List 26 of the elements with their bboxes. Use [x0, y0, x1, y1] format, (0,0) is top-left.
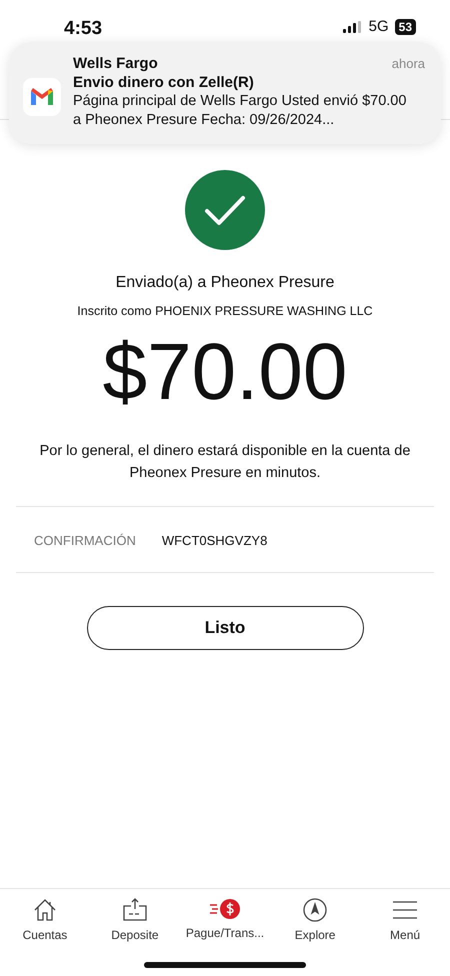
- nav-tab[interactable]: Explore: [270, 889, 360, 976]
- signal-icon: [342, 20, 363, 32]
- deposit-icon: [120, 897, 149, 923]
- nav-tab[interactable]: Deposite: [90, 889, 180, 976]
- confirmation-number: WFCT0SHGVZY8: [162, 533, 268, 548]
- nav-tab[interactable]: Pague/Trans...: [180, 889, 270, 976]
- compass-icon: [302, 897, 328, 923]
- nav-tab[interactable]: Cuentas: [0, 889, 90, 976]
- confirmation-label: CONFIRMACIÓN: [34, 533, 136, 548]
- nav-tab[interactable]: Menú: [360, 889, 450, 976]
- status-time: 4:53: [64, 18, 102, 40]
- dollar-icon: [208, 897, 242, 921]
- checkmark-icon: [184, 169, 266, 251]
- notification-time: ahora: [392, 55, 425, 73]
- enrolled-text: Inscrito como PHOENIX PRESSURE WASHING LLC: [77, 304, 373, 318]
- network-label: 5G: [368, 18, 389, 35]
- done-button[interactable]: Listo: [86, 606, 364, 650]
- notification-card[interactable]: Wells Fargo ahora Envio dinero con Zelle(R) Página principal de Wells Fargo Usted envió $70.00 a Pheonex Presure Fecha: 09/26/2024...: [9, 42, 441, 144]
- notification-body: Página principal de Wells Fargo Usted envió $70.00 a Pheonex Presure Fecha: 09/26/2024...: [73, 92, 408, 130]
- notification-subject: Envio dinero con Zelle(R): [73, 73, 255, 92]
- battery-level: 53: [394, 18, 416, 34]
- amount-text: $70.00: [102, 326, 348, 418]
- mail-app-icon: [23, 78, 61, 116]
- availability-note: Por lo general, el dinero estará disponible en la cuenta de Pheonex Presure en minutos.: [38, 442, 412, 483]
- recipient-text: Enviado(a) a Pheonex Presure: [116, 274, 334, 292]
- notification-app: Wells Fargo: [73, 54, 158, 73]
